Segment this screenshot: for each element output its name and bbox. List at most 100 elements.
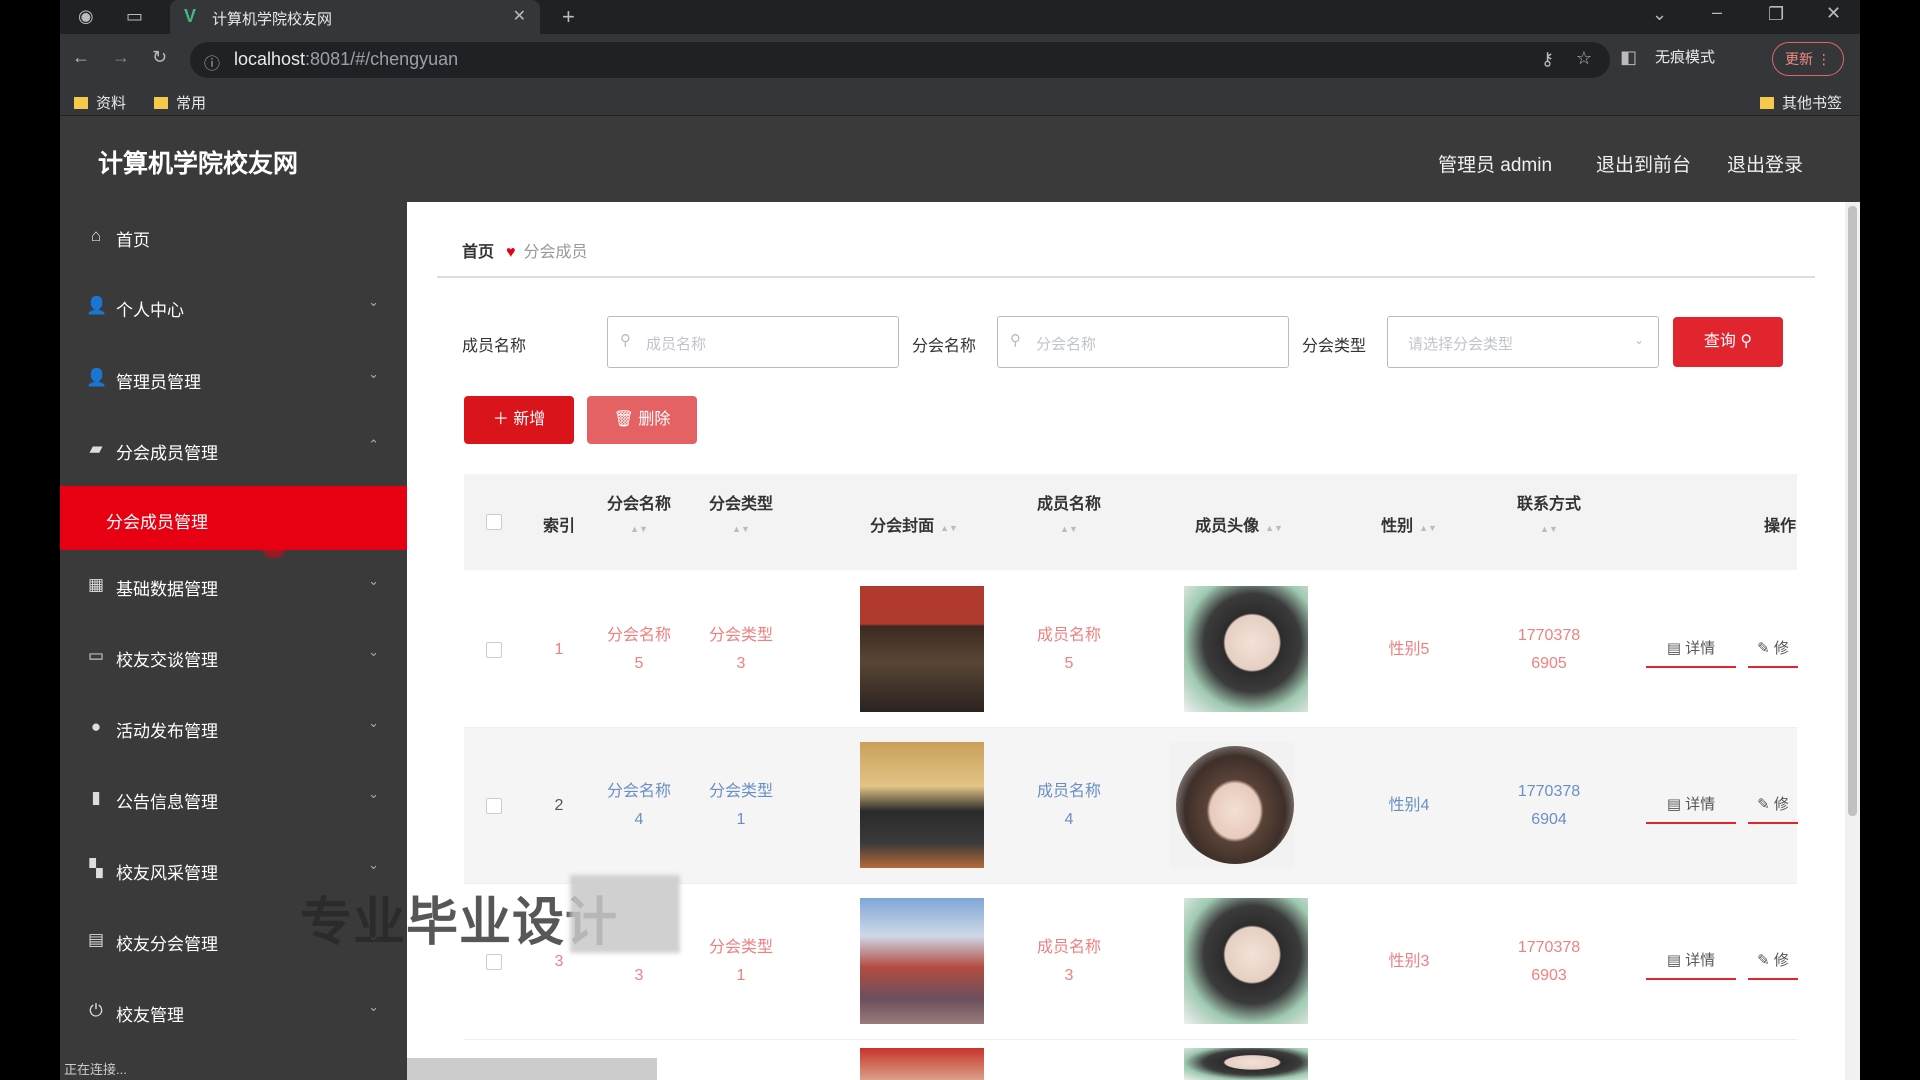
reload-icon[interactable]: ↻ <box>152 47 167 68</box>
header-avatar[interactable]: 成员头像 ▲▼ <box>1169 512 1309 536</box>
query-button[interactable]: 查询 ⚲ <box>1673 317 1783 367</box>
submenu-branch-members[interactable]: 分会成员管理 <box>60 486 407 550</box>
sidebar-item-home[interactable]: ⌂ 首页 <box>60 202 407 272</box>
branch-type-select[interactable]: 请选择分会类型 ⌄ <box>1387 316 1659 368</box>
minimize-icon[interactable]: – <box>1712 2 1722 23</box>
home-icon: ⌂ <box>90 226 102 245</box>
table-icon: ▦ <box>87 575 105 594</box>
breadcrumb-current: 分会成员 <box>523 244 588 261</box>
delete-button[interactable]: 🗑 删除 <box>587 396 697 444</box>
edit-icon: ✎ <box>1757 952 1770 969</box>
screen: ◉ ▭ V 计算机学院校友网 ✕ + ⌄ – ❐ ✕ ← → ↻ ⓘ local… <box>60 0 1860 1080</box>
table-row: 1 分会名称 5 分会类型 3 成员名称 5 性别5 1770378 6905 ▤ 详情… <box>464 572 1798 728</box>
scrollbar-thumb[interactable] <box>1848 206 1857 816</box>
front-link[interactable]: 退出到前台 <box>1596 150 1691 177</box>
header-contact[interactable]: 联系方式 ▲▼ <box>1499 490 1599 534</box>
new-tab-icon[interactable]: + <box>562 4 575 30</box>
member-name-input[interactable]: ⚲ 成员名称 <box>607 316 899 368</box>
branch-type-label: 分会类型 <box>1302 338 1367 355</box>
sidebar-item-notices[interactable]: ▮ 公告信息管理 ⌄ <box>60 764 407 834</box>
sidepanel-icon[interactable]: ◧ <box>1620 47 1637 68</box>
cell-branch-name: 分会名称 5 <box>606 627 671 672</box>
chat-icon: ▭ <box>87 646 105 665</box>
sidebar-item-alumni[interactable]: ⏻ 校友管理 ⌄ <box>60 977 407 1047</box>
header-gender[interactable]: 性别 ▲▼ <box>1364 512 1454 536</box>
chevron-down-icon: ⌄ <box>368 786 379 801</box>
vertical-scrollbar[interactable] <box>1845 202 1860 1080</box>
cell-branch-name: 分会名称 4 <box>606 783 671 828</box>
search-icon: ⚲ <box>1740 333 1753 350</box>
detail-button[interactable]: ▤ 详情 <box>1646 946 1736 980</box>
branch-name-label: 分会名称 <box>912 338 977 355</box>
tab-list-icon[interactable]: ▭ <box>126 6 143 27</box>
tab-search-icon[interactable]: ⌄ <box>1652 4 1667 25</box>
search-icon: ⚲ <box>620 332 631 349</box>
plus-icon: ＋ <box>492 411 509 428</box>
trash-icon: 🗑 <box>613 411 634 428</box>
breadcrumb-home[interactable]: 首页 <box>462 244 494 261</box>
maximize-icon[interactable]: ❐ <box>1768 4 1784 25</box>
row-checkbox[interactable] <box>486 642 502 658</box>
vue-icon: V <box>184 6 197 26</box>
pin-icon: ● <box>90 717 102 736</box>
member-avatar-image <box>1184 1048 1308 1080</box>
edit-button[interactable]: ✎ 修 <box>1748 790 1798 824</box>
site-info-icon[interactable]: ⓘ <box>204 50 220 74</box>
sidebar-item-profile[interactable]: 👤 个人中心 ⌄ <box>60 272 407 342</box>
forward-icon[interactable]: → <box>112 47 130 68</box>
sidebar-item-basic-data[interactable]: ▦ 基础数据管理 ⌄ <box>60 551 407 621</box>
member-avatar-image <box>1184 586 1308 712</box>
app-title: 计算机学院校友网 <box>98 150 299 178</box>
cell-contact: 1770378 6903 <box>1517 939 1581 984</box>
bookmark-folder[interactable]: 资料 <box>74 92 126 113</box>
row-checkbox[interactable] <box>486 798 502 814</box>
url-input[interactable]: ⓘ localhost:8081/#/chengyuan ⚷ ☆ <box>190 42 1610 78</box>
browser-logo-icon: ◉ <box>78 6 94 26</box>
bookmark-folder[interactable]: 常用 <box>154 92 206 113</box>
header-index[interactable]: 索引 <box>534 512 584 536</box>
branch-cover-image <box>860 742 984 868</box>
incognito-label[interactable]: 无痕模式 <box>1655 46 1715 67</box>
chart-icon: ▮ <box>91 788 101 807</box>
cell-contact: 1770378 6905 <box>1517 627 1581 672</box>
edit-button[interactable]: ✎ 修 <box>1748 946 1798 980</box>
member-name-label: 成员名称 <box>462 338 527 355</box>
star-icon[interactable]: ☆ <box>1576 48 1592 69</box>
cell-gender: 性别3 <box>1388 953 1430 970</box>
edit-button[interactable]: ✎ 修 <box>1748 634 1798 668</box>
sidebar-item-branch-members[interactable]: ▰ 分会成员管理 ⌃ <box>60 415 407 485</box>
sidebar-item-events[interactable]: ● 活动发布管理 ⌄ <box>60 693 407 763</box>
breadcrumb: 首页 ♥ 分会成员 <box>462 238 588 262</box>
sort-icon: ▲▼ <box>1419 523 1437 533</box>
back-icon[interactable]: ← <box>72 47 90 68</box>
other-bookmarks[interactable]: 其他书签 <box>1760 92 1842 113</box>
header-branch-name[interactable]: 分会名称 ▲▼ <box>594 490 684 534</box>
branch-name-input[interactable]: ⚲ 分会名称 <box>997 316 1289 368</box>
cell-contact: 1770378 6904 <box>1517 783 1581 828</box>
document-icon: ▤ <box>1666 640 1681 657</box>
logout-link[interactable]: 退出登录 <box>1727 150 1803 177</box>
add-button[interactable]: ＋ 新增 <box>464 396 574 444</box>
select-all-checkbox[interactable] <box>486 514 502 530</box>
key-icon[interactable]: ⚷ <box>1541 49 1554 70</box>
chevron-up-icon: ⌃ <box>368 437 379 452</box>
document-icon: ▤ <box>1666 952 1681 969</box>
horizontal-scrollbar[interactable] <box>407 1058 657 1080</box>
close-tab-icon[interactable]: ✕ <box>513 6 526 26</box>
header-member-name[interactable]: 成员名称 ▲▼ <box>1019 490 1119 534</box>
sidebar-item-admins[interactable]: 👤 管理员管理 ⌄ <box>60 344 407 414</box>
chevron-down-icon: ⌄ <box>368 294 379 309</box>
close-window-icon[interactable]: ✕ <box>1826 3 1841 24</box>
member-avatar-image <box>1170 742 1294 868</box>
member-avatar-image <box>1184 898 1308 1024</box>
browser-tab[interactable]: V 计算机学院校友网 ✕ <box>170 0 540 34</box>
detail-button[interactable]: ▤ 详情 <box>1646 790 1736 824</box>
header-branch-type[interactable]: 分会类型 ▲▼ <box>696 490 786 534</box>
detail-button[interactable]: ▤ 详情 <box>1646 634 1736 668</box>
user-icon: 👤 <box>86 368 108 387</box>
header-cover[interactable]: 分会封面 ▲▼ <box>844 512 984 536</box>
update-button[interactable]: 更新 ⋮ <box>1772 42 1844 76</box>
sidebar-item-chat[interactable]: ▭ 校友交谈管理 ⌄ <box>60 622 407 692</box>
bookmarks-bar: 资料 常用 其他书签 <box>60 86 1860 116</box>
row-checkbox[interactable] <box>486 954 502 970</box>
